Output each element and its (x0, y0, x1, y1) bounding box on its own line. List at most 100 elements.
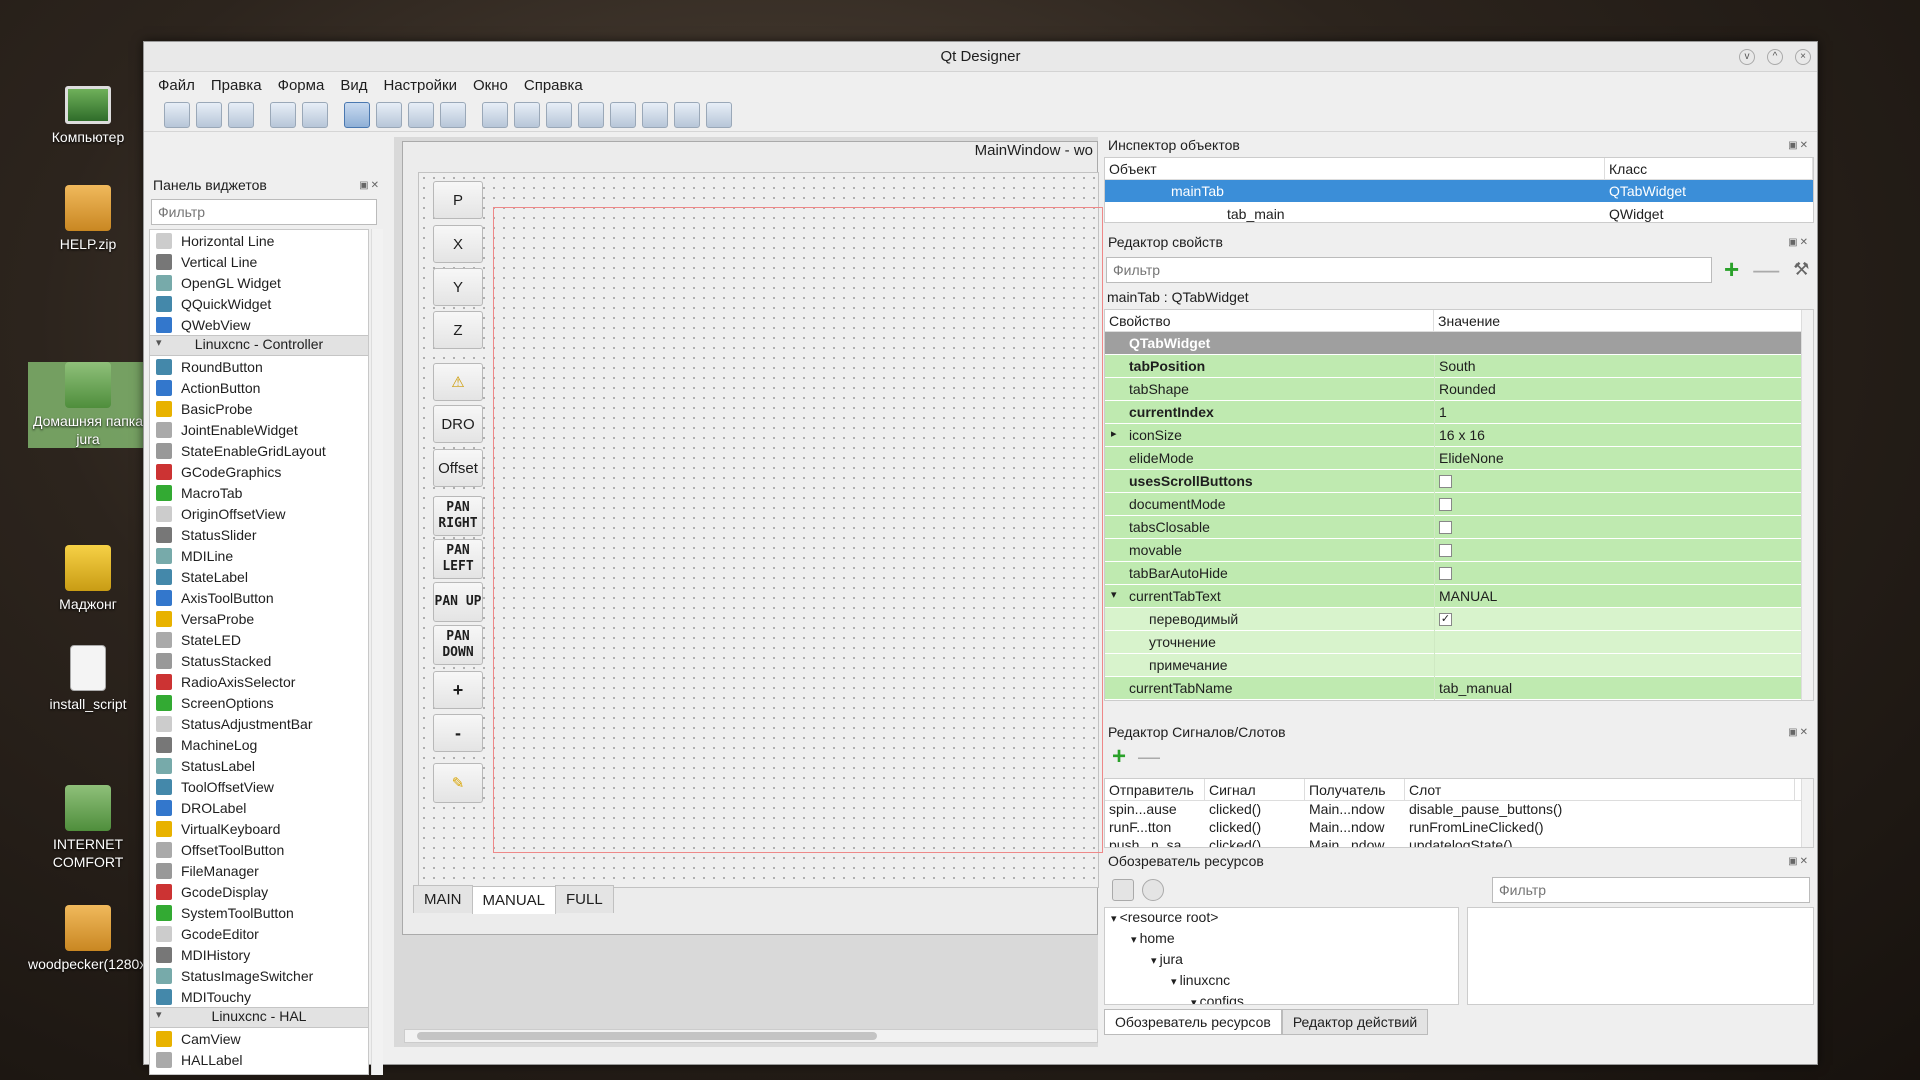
layout-grid-icon[interactable] (642, 101, 668, 128)
form-button[interactable]: P (433, 181, 483, 219)
property-checkbox[interactable] (1439, 544, 1452, 558)
widget-list-item[interactable]: VirtualKeyboard (150, 818, 368, 839)
desktop-icon[interactable]: woodpecker(1280x1024).zip (28, 905, 204, 973)
adjust-size-icon[interactable] (706, 101, 732, 128)
maximize-icon[interactable]: ^ (1767, 49, 1783, 65)
property-row[interactable]: currentTabName tab_manual (1105, 676, 1813, 700)
tab-content-frame[interactable] (493, 207, 1103, 853)
resource-tab[interactable]: Обозреватель ресурсов (1104, 1009, 1282, 1035)
property-value[interactable]: MANUAL (1434, 584, 1813, 608)
form-button[interactable]: X (433, 225, 483, 263)
expand-icon[interactable]: ▾ (1111, 913, 1120, 925)
widget-list-item[interactable]: GcodeDisplay (150, 881, 368, 902)
property-value[interactable] (1434, 653, 1813, 677)
resource-filter-input[interactable] (1492, 877, 1810, 903)
widget-list-item[interactable]: StateLabel (150, 566, 368, 587)
reload-icon[interactable] (1142, 879, 1164, 901)
property-row[interactable]: tabPosition South (1105, 354, 1813, 378)
widget-list-item[interactable]: StatusAdjustmentBar (150, 713, 368, 734)
pan-button[interactable]: PAN LEFT (433, 539, 483, 579)
menu-item[interactable]: Правка (211, 77, 262, 94)
layout-form-icon[interactable] (610, 101, 636, 128)
widget-list-item[interactable]: SystemToolButton (150, 902, 368, 923)
form-tab[interactable]: MAIN (413, 885, 473, 913)
property-value[interactable]: 16 x 16 (1434, 423, 1813, 447)
plus-button[interactable]: + (433, 671, 483, 709)
widget-list-item[interactable]: StatusStacked (150, 650, 368, 671)
widget-list-item[interactable]: MDITouchy (150, 986, 368, 1007)
dock-buttons-icon[interactable]: ▣✕ (1788, 856, 1810, 867)
property-value[interactable]: tab_manual (1434, 676, 1813, 700)
form-button[interactable]: DRO (433, 405, 483, 443)
widget-list-item[interactable]: Vertical Line (150, 251, 368, 272)
menu-item[interactable]: Форма (278, 77, 325, 94)
property-row[interactable]: ▾ currentTabText MANUAL (1105, 584, 1813, 608)
property-row[interactable]: tabBarAutoHide (1105, 561, 1813, 585)
property-group-row[interactable]: QTabWidget (1105, 332, 1813, 355)
main-window-form[interactable]: MainWindow - wo P X Y Z ⚠ DRO Offset PAN RIGHT P… (402, 141, 1103, 935)
widget-list-item[interactable]: VersaProbe (150, 608, 368, 629)
resource-tree[interactable]: ▾ <resource root> ▾ home ▾ jura ▾ linuxcnc ▾… (1104, 907, 1459, 1005)
widget-list-scrollbar[interactable] (371, 229, 383, 1075)
edit-tab-order-icon[interactable] (440, 101, 466, 128)
widget-filter-input[interactable] (151, 199, 377, 225)
add-property-icon[interactable]: + (1724, 254, 1739, 285)
signal-slot-col[interactable]: Отправитель (1105, 779, 1205, 801)
property-value[interactable] (1434, 630, 1813, 654)
form-button[interactable]: Y (433, 268, 483, 306)
property-value[interactable]: Rounded (1434, 377, 1813, 401)
object-row-tabmain[interactable]: tab_main QWidget (1105, 203, 1813, 222)
edit-widgets-icon[interactable] (344, 101, 370, 128)
col-class[interactable]: Класс (1605, 158, 1813, 180)
connection-row[interactable]: push...n_sa clicked() Main...ndow updatelog… (1105, 837, 1813, 847)
expand-icon[interactable]: ▾ (1191, 997, 1200, 1004)
expand-icon[interactable]: ▾ (1151, 955, 1160, 967)
remove-property-icon[interactable]: — (1753, 254, 1779, 285)
expand-icon[interactable]: ▾ (1111, 588, 1117, 601)
col-property[interactable]: Свойство (1105, 310, 1434, 332)
open-file-icon[interactable] (196, 101, 222, 128)
menu-item[interactable]: Справка (524, 77, 583, 94)
form-horizontal-scrollbar[interactable] (404, 1029, 1098, 1043)
property-row[interactable]: tabShape Rounded (1105, 377, 1813, 401)
dock-buttons-icon[interactable]: ▣✕ (1788, 727, 1810, 738)
signal-slot-col[interactable]: Сигнал (1205, 779, 1305, 801)
layout-horizontal-splitter-icon[interactable] (546, 101, 572, 128)
property-checkbox[interactable]: ✓ (1439, 613, 1452, 627)
widget-list-item[interactable]: GCodeGraphics (150, 461, 368, 482)
menu-item[interactable]: Настройки (383, 77, 457, 94)
resource-tree-item[interactable]: ▾ jura (1111, 950, 1458, 971)
menu-item[interactable]: Файл (158, 77, 195, 94)
widget-list-item[interactable]: CamView (150, 1028, 368, 1049)
property-filter-input[interactable] (1106, 256, 1712, 283)
widget-list-item[interactable]: DROLabel (150, 797, 368, 818)
widget-list-item[interactable]: Horizontal Line (150, 230, 368, 251)
configure-icon[interactable]: ⚒ (1793, 259, 1809, 280)
property-row[interactable]: usesScrollButtons (1105, 469, 1813, 493)
bring-to-front-icon[interactable] (302, 101, 328, 128)
clear-icon-button[interactable]: ✎ (433, 763, 483, 803)
title-bar[interactable]: Qt Designer v ^ × (144, 42, 1817, 72)
property-row[interactable]: примечание (1105, 653, 1813, 677)
edit-resources-icon[interactable] (1112, 879, 1134, 901)
widget-list-item[interactable]: MDILine (150, 545, 368, 566)
pan-button[interactable]: PAN UP (433, 582, 483, 622)
property-row[interactable]: documentMode (1105, 492, 1813, 516)
widget-list-item[interactable]: OriginOffsetView (150, 503, 368, 524)
pan-button[interactable]: PAN RIGHT (433, 496, 483, 536)
send-to-back-icon[interactable] (270, 101, 296, 128)
form-canvas[interactable]: P X Y Z ⚠ DRO Offset PAN RIGHT PAN LEFT PAN UP PAN… (418, 172, 1103, 888)
layout-vertical-icon[interactable] (514, 101, 540, 128)
widget-list-item[interactable]: QWebView (150, 314, 368, 335)
pan-button[interactable]: PAN DOWN (433, 625, 483, 665)
property-checkbox[interactable] (1439, 475, 1452, 489)
edit-buddies-icon[interactable] (408, 101, 434, 128)
widget-list-item[interactable]: MachineLog (150, 734, 368, 755)
widget-list-item[interactable]: GcodeEditor (150, 923, 368, 944)
widget-list-item[interactable]: OffsetToolButton (150, 839, 368, 860)
form-button[interactable]: Z (433, 311, 483, 349)
form-button[interactable]: Offset (433, 449, 483, 487)
widget-list-item[interactable]: ToolOffsetView (150, 776, 368, 797)
form-tab[interactable]: MANUAL (471, 886, 557, 914)
signal-slot-col[interactable]: Слот (1405, 779, 1795, 801)
